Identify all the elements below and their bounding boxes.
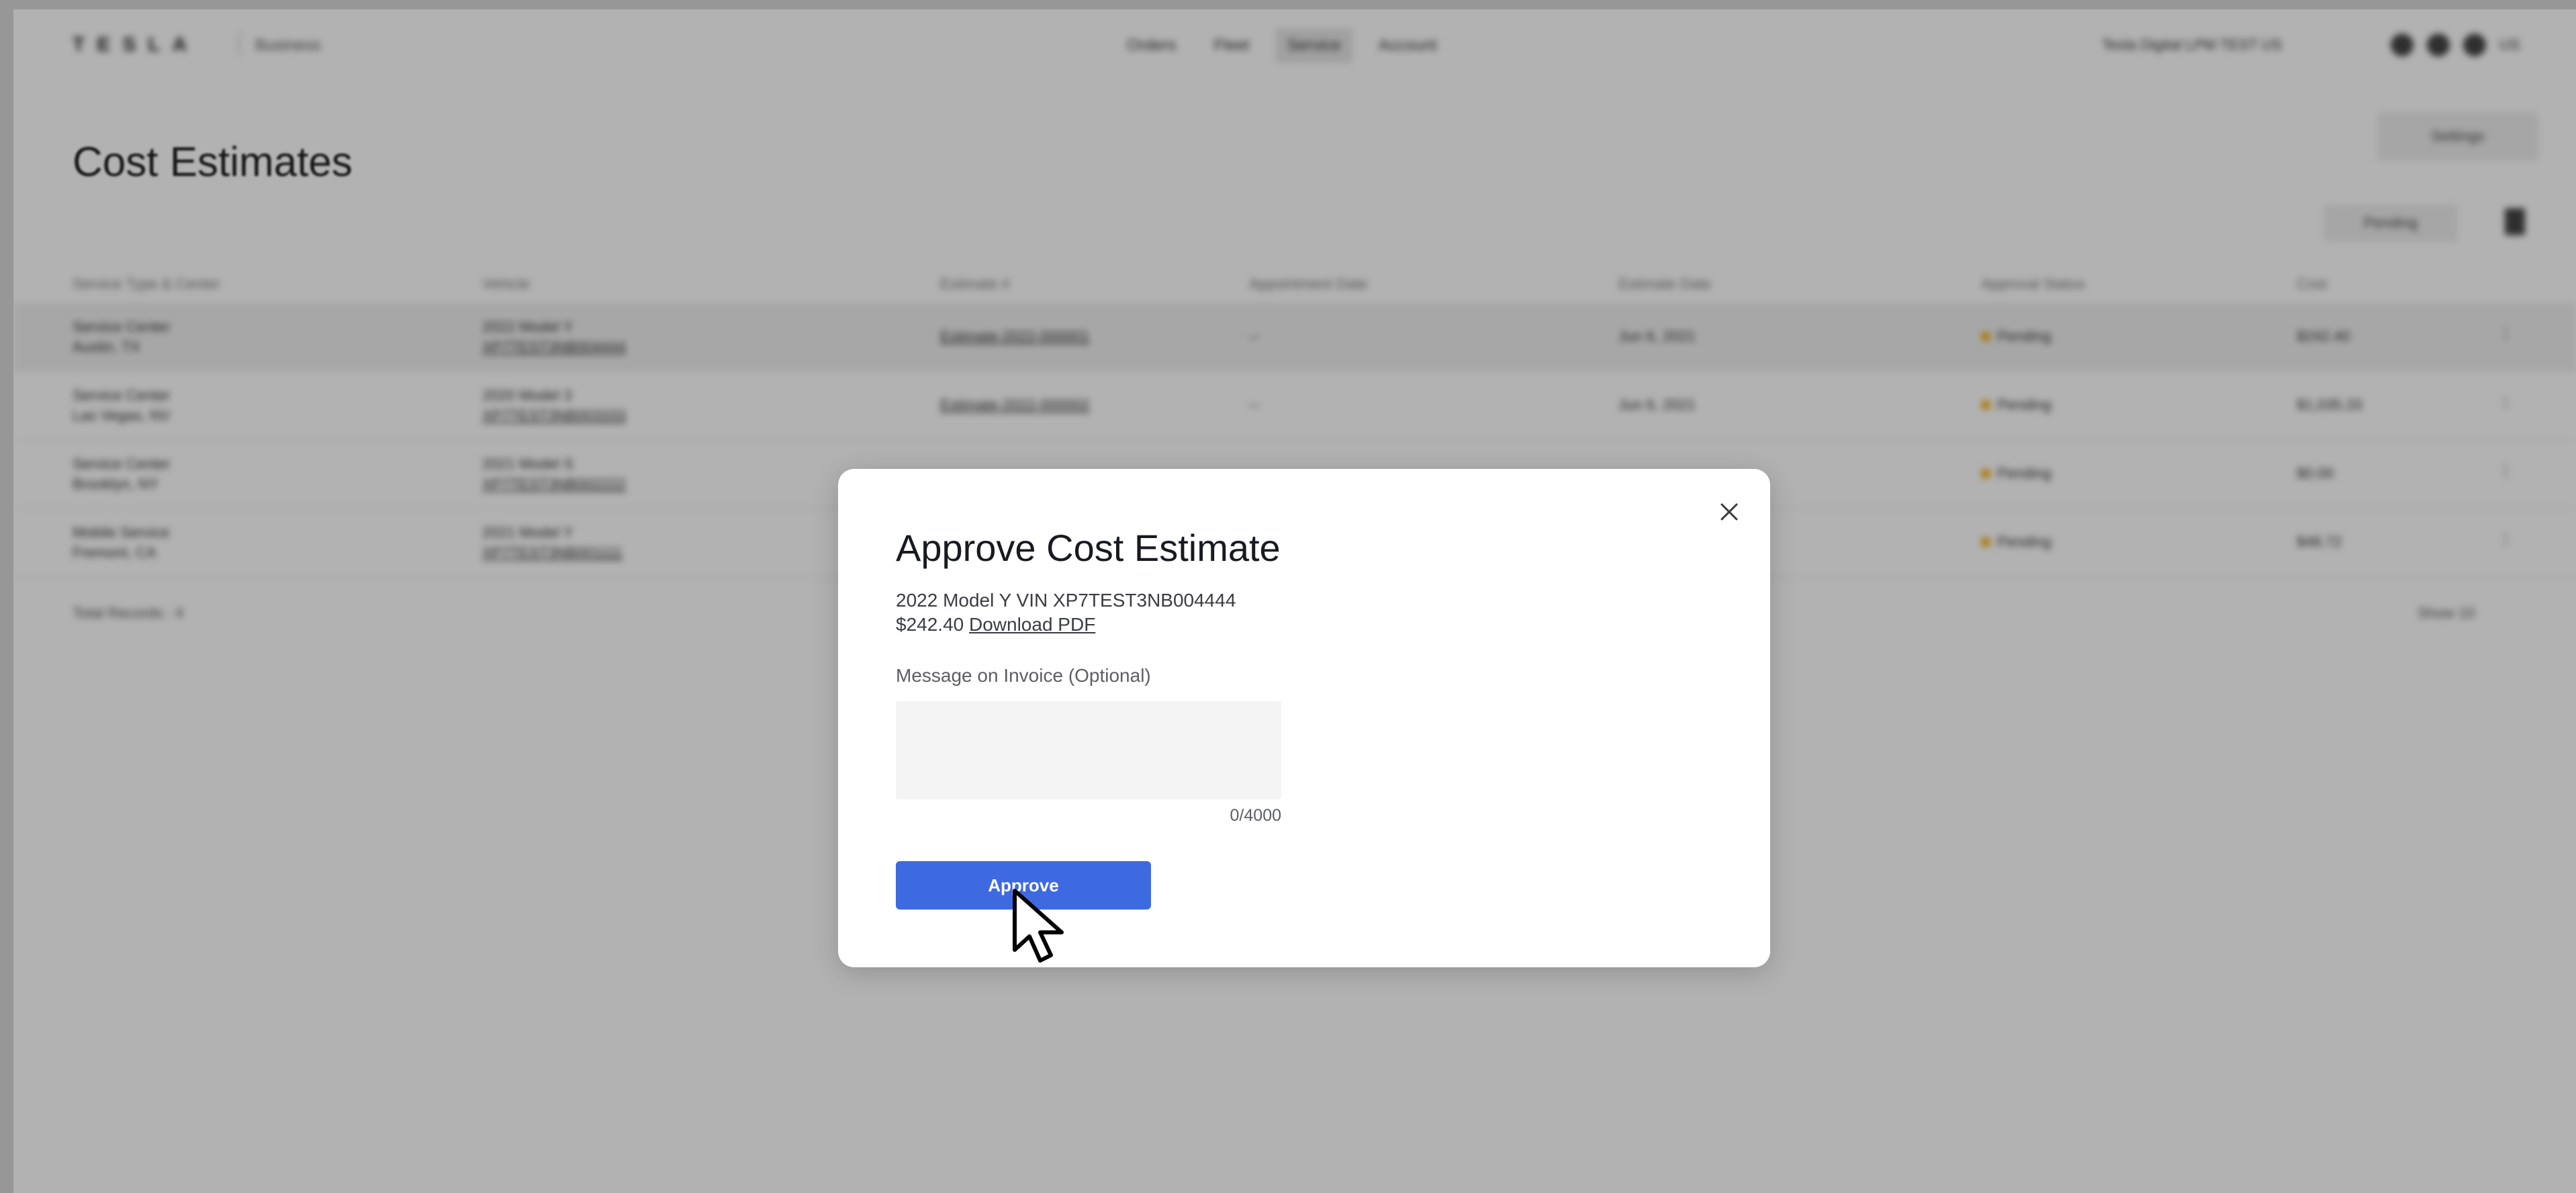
message-label: Message on Invoice (Optional) (896, 665, 1151, 686)
close-button[interactable] (1714, 497, 1744, 527)
download-pdf-link[interactable]: Download PDF (969, 614, 1095, 635)
approve-cost-estimate-modal: Approve Cost Estimate 2022 Model Y VIN X… (838, 469, 1770, 967)
price-line: $242.40 Download PDF (896, 614, 1095, 635)
approve-button[interactable]: Approve (896, 861, 1151, 910)
vehicle-vin-line: 2022 Model Y VIN XP7TEST3NB004444 (896, 590, 1236, 611)
character-count: 0/4000 (1230, 806, 1281, 825)
estimate-price: $242.40 (896, 614, 964, 635)
modal-title: Approve Cost Estimate (896, 527, 1281, 569)
message-input[interactable] (896, 701, 1281, 799)
close-icon (1720, 503, 1738, 521)
